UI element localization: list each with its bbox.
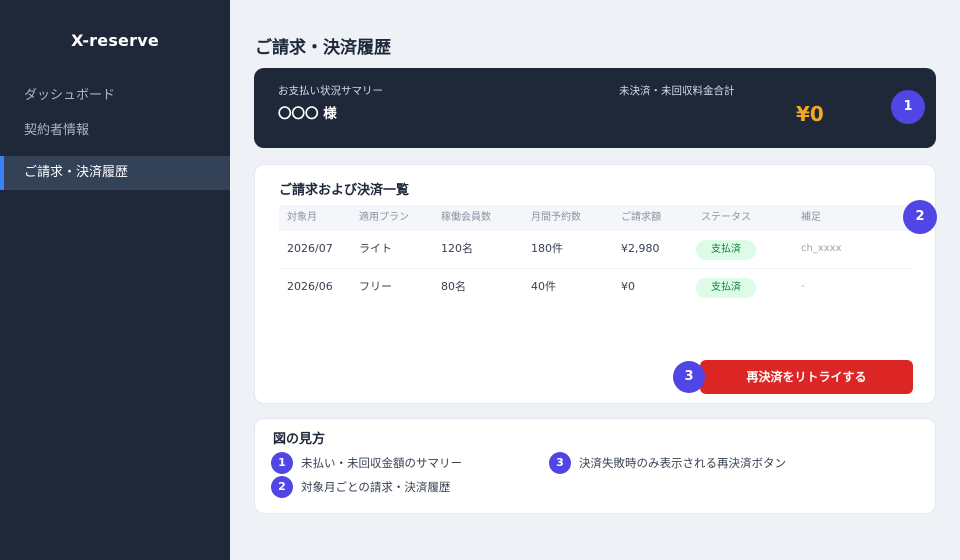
cell-reservations: 180件 <box>531 242 563 255</box>
col-note: 補足 <box>801 212 821 223</box>
cell-members: 120名 <box>441 242 473 255</box>
legend-title: 図の見方 <box>273 432 326 447</box>
cell-note: ch_xxxx <box>801 243 842 254</box>
payment-summary-panel: お支払い状況サマリー 〇〇〇 様 未決済・未回収料金合計 ¥0 1 <box>254 68 936 148</box>
legend-text-2: 対象月ごとの請求・決済履歴 <box>301 480 451 494</box>
unpaid-total-label: 未決済・未回収料金合計 <box>619 85 735 97</box>
col-plan: 適用プラン <box>359 212 409 223</box>
legend-text-3: 決済失敗時のみ表示される再決済ボタン <box>579 456 786 470</box>
cell-plan: フリー <box>359 280 392 293</box>
marker-1: 1 <box>891 90 925 124</box>
legend-text-1: 未払い・未回収金額のサマリー <box>301 456 462 470</box>
billing-list-card: ご請求および決済一覧 対象月 適用プラン 稼働会員数 月間予約数 ご請求額 ステ… <box>254 164 937 404</box>
marker-2: 2 <box>903 200 937 234</box>
cell-amount: ¥0 <box>621 280 635 293</box>
cell-amount: ¥2,980 <box>621 242 660 255</box>
unpaid-total-amount: ¥0 <box>796 102 824 126</box>
cell-reservations: 40件 <box>531 280 556 293</box>
col-amount: ご請求額 <box>621 212 661 223</box>
app-logo[interactable]: X-reserve <box>0 31 230 50</box>
table-header: 対象月 適用プラン 稼働会員数 月間予約数 ご請求額 ステータス 補足 <box>279 205 912 231</box>
sidebar-item-billing-history[interactable]: ご請求・決済履歴 <box>0 156 230 190</box>
legend-num-2: 2 <box>271 476 293 498</box>
sidebar-item-dashboard[interactable]: ダッシュボード <box>0 86 230 106</box>
cell-month: 2026/07 <box>287 242 333 255</box>
table-row: 2026/06 フリー 80名 40件 ¥0 支払済 - <box>279 269 912 307</box>
billing-list-title: ご請求および決済一覧 <box>279 183 410 198</box>
payment-status-label: お支払い状況サマリー <box>278 85 383 97</box>
cell-month: 2026/06 <box>287 280 333 293</box>
status-badge: 支払済 <box>696 240 756 260</box>
retry-payment-button[interactable]: 再決済をリトライする <box>700 360 913 394</box>
cell-members: 80名 <box>441 280 466 293</box>
legend-card: 図の見方 1 未払い・未回収金額のサマリー 2 対象月ごとの請求・決済履歴 3 … <box>254 418 936 514</box>
col-members: 稼働会員数 <box>441 212 491 223</box>
legend-num-1: 1 <box>271 452 293 474</box>
status-badge: 支払済 <box>696 278 756 298</box>
legend-num-3: 3 <box>549 452 571 474</box>
cell-note: - <box>801 281 805 292</box>
sidebar: X-reserve ダッシュボード 契約者情報 ご請求・決済履歴 <box>0 0 230 560</box>
customer-name: 〇〇〇 様 <box>278 106 337 122</box>
sidebar-item-contractor-info[interactable]: 契約者情報 <box>0 121 230 141</box>
cell-plan: ライト <box>359 242 392 255</box>
marker-3: 3 <box>673 361 705 393</box>
col-month: 対象月 <box>287 212 317 223</box>
page-title: ご請求・決済履歴 <box>255 38 391 58</box>
col-reservations: 月間予約数 <box>531 212 581 223</box>
table-row: 2026/07 ライト 120名 180件 ¥2,980 支払済 ch_xxxx <box>279 231 912 269</box>
col-status: ステータス <box>701 212 751 223</box>
